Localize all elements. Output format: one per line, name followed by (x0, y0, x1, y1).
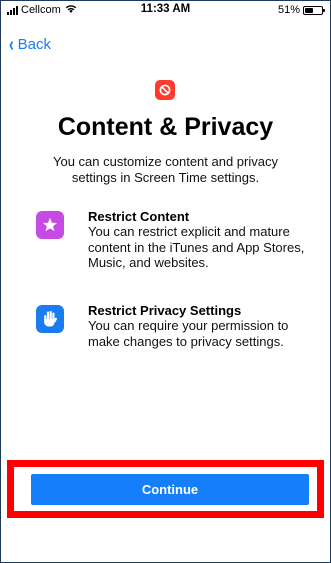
back-label: Back (17, 36, 52, 53)
page-subtitle: You can customize content and privacy se… (53, 154, 278, 185)
chevron-left-icon: ‹ (8, 33, 14, 56)
battery-icon (303, 5, 325, 15)
page-title: Content & Privacy (57, 113, 274, 141)
restrictions-icon (155, 80, 175, 100)
continue-button[interactable]: Continue (31, 474, 309, 505)
feature-title: Restrict Privacy Settings (88, 303, 242, 318)
feature-title: Restrict Content (88, 209, 190, 224)
battery-percent: 51% (277, 4, 300, 16)
hand-icon (36, 305, 64, 333)
star-icon (36, 211, 64, 239)
feature-description: You can restrict explicit and mature con… (88, 224, 305, 270)
back-button[interactable]: ‹ Back (8, 33, 52, 56)
status-right: 51% (277, 4, 325, 16)
feature-description: You can require your permission to make … (88, 318, 289, 349)
status-bar: Cellcom 11:33 AM 51% (0, 0, 331, 22)
